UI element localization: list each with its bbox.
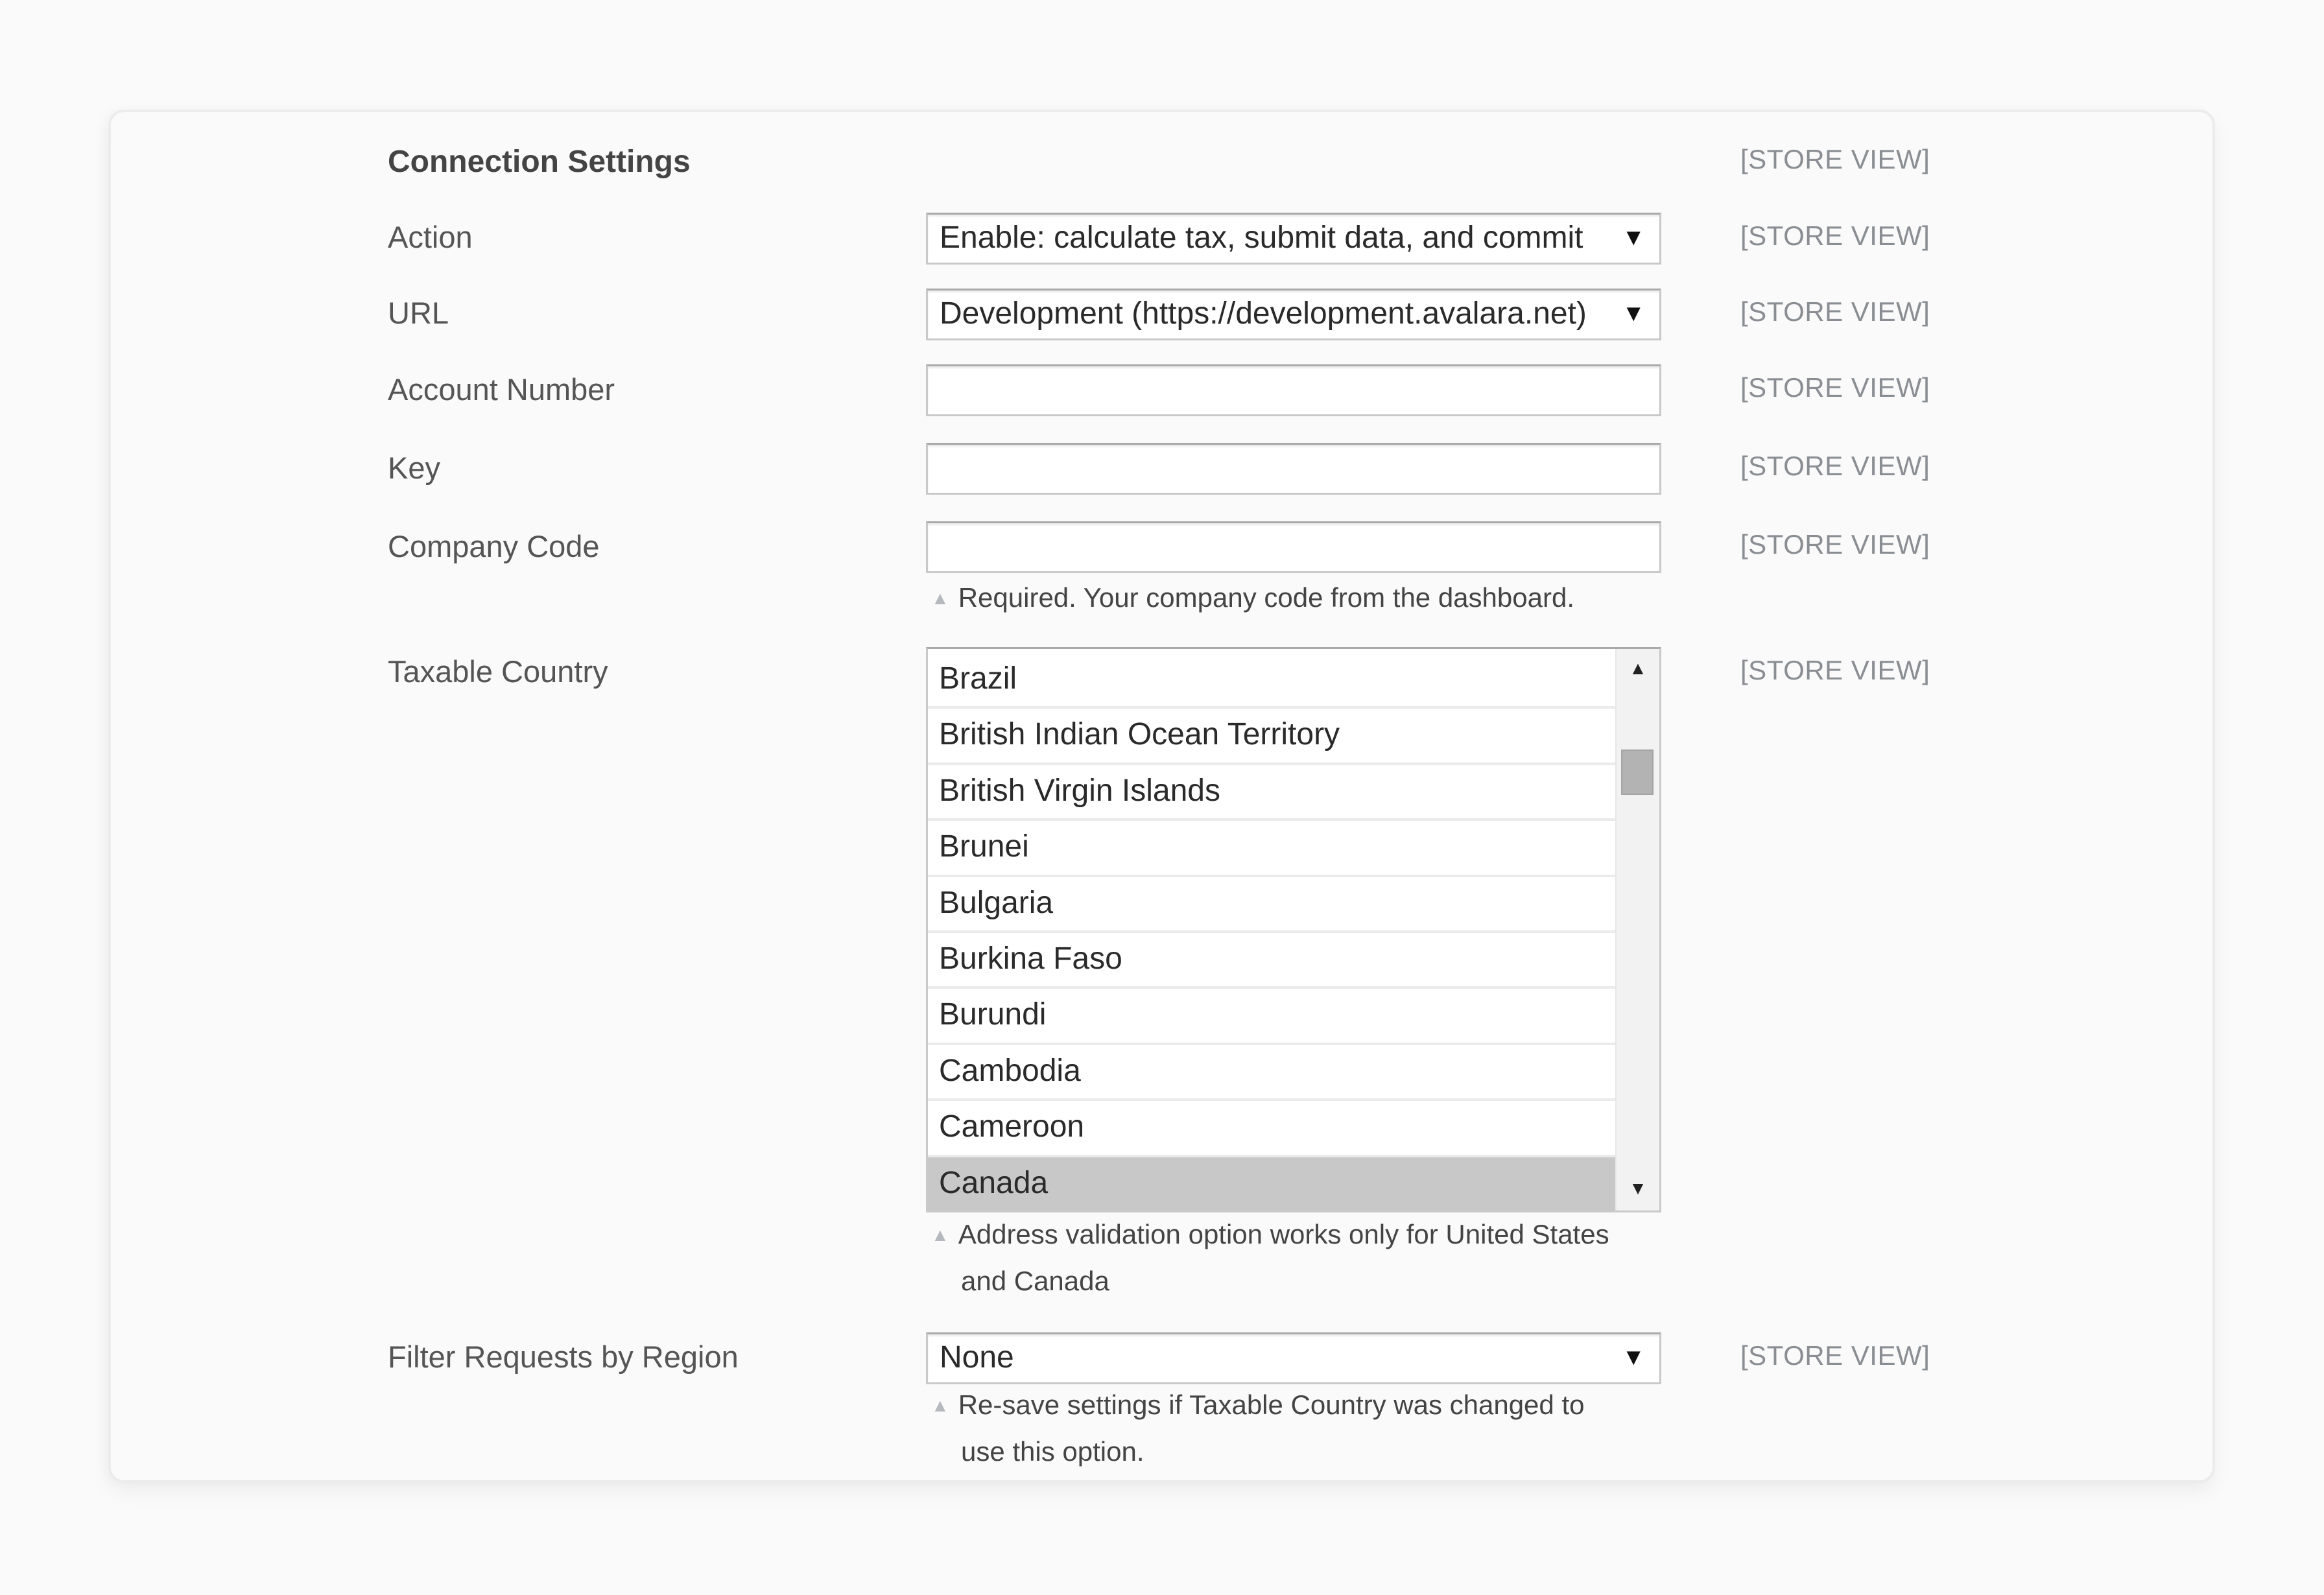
key-input[interactable] [926,443,1661,495]
section-scope-label: [STORE VIEW] [1740,144,1930,174]
note-arrow-icon: ▲ [931,588,949,608]
scroll-up-icon[interactable]: ▲ [1617,658,1659,679]
taxable-country-listbox[interactable]: Brazil British Indian Ocean Territory Br… [926,647,1661,1212]
note-arrow-icon: ▲ [931,1225,949,1245]
taxable-country-note-line2: and Canada [961,1266,1109,1296]
account-number-label: Account Number [388,372,615,407]
filter-region-note-line2: use this option. [961,1436,1144,1467]
account-number-input[interactable] [926,364,1661,416]
company-code-note: ▲ Required. Your company code from the da… [931,582,1574,613]
note-arrow-icon: ▲ [931,1395,949,1415]
action-select[interactable]: Enable: calculate tax, submit data, and … [926,213,1661,265]
scroll-down-icon[interactable]: ▼ [1617,1178,1659,1199]
country-option[interactable]: Brunei [928,821,1618,877]
filter-region-label: Filter Requests by Region [388,1340,739,1374]
url-select[interactable]: Development (https://development.avalara… [926,289,1661,340]
company-code-scope-label: [STORE VIEW] [1740,529,1930,560]
key-label: Key [388,451,440,485]
country-option[interactable]: Burkina Faso [928,932,1618,989]
taxable-country-options: Brazil British Indian Ocean Territory Br… [928,653,1618,1211]
filter-region-note-line1: Re-save settings if Taxable Country was … [958,1389,1585,1420]
country-option[interactable]: British Virgin Islands [928,764,1618,821]
country-option[interactable]: Cambodia [928,1045,1618,1102]
url-select-value: Development (https://development.avalara… [940,296,1587,331]
country-option[interactable]: British Indian Ocean Territory [928,709,1618,765]
listbox-scrollbar[interactable]: ▲ ▼ [1615,649,1659,1211]
action-scope-label: [STORE VIEW] [1740,220,1930,251]
taxable-country-note-line1: Address validation option works only for… [958,1219,1609,1249]
account-number-scope-label: [STORE VIEW] [1740,372,1930,403]
chevron-down-icon: ▼ [1622,224,1645,250]
url-label: URL [388,296,449,330]
action-select-value: Enable: calculate tax, submit data, and … [940,220,1583,255]
country-option[interactable]: Burundi [928,989,1618,1045]
taxable-country-scope-label: [STORE VIEW] [1740,655,1930,685]
country-option[interactable]: Bulgaria [928,877,1618,933]
taxable-country-note: ▲ Address validation option works only fo… [931,1219,1609,1250]
filter-region-select-value: None [940,1340,1014,1375]
company-code-note-text: Required. Your company code from the das… [958,582,1574,613]
company-code-label: Company Code [388,529,600,563]
company-code-input[interactable] [926,521,1661,573]
filter-region-scope-label: [STORE VIEW] [1740,1340,1930,1371]
country-option[interactable]: Brazil [928,653,1618,709]
filter-region-note: ▲ Re-save settings if Taxable Country was… [931,1389,1584,1421]
chevron-down-icon: ▼ [1622,1343,1645,1370]
key-scope-label: [STORE VIEW] [1740,451,1930,481]
action-label: Action [388,220,473,254]
scrollbar-thumb[interactable] [1621,750,1654,795]
url-scope-label: [STORE VIEW] [1740,296,1930,327]
chevron-down-icon: ▼ [1622,300,1645,326]
taxable-country-label: Taxable Country [388,654,608,689]
filter-region-select[interactable]: None ▼ [926,1332,1661,1384]
country-option[interactable]: Cameroon [928,1101,1618,1157]
country-option-selected[interactable]: Canada [928,1157,1618,1211]
section-title: Connection Settings [388,145,691,179]
